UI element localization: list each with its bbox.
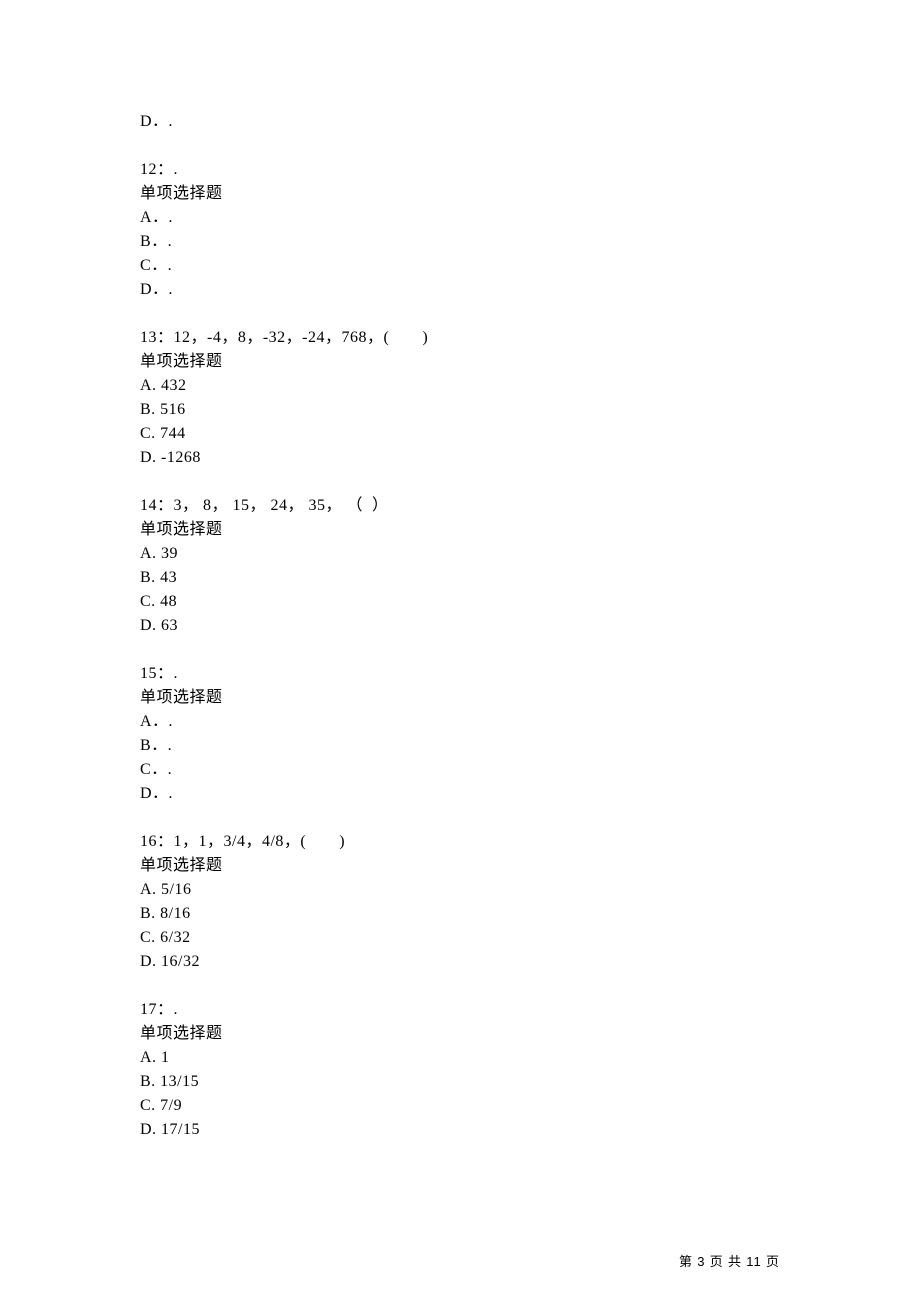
- question-13: 13：12，-4，8，-32，-24，768，( ) 单项选择题 A. 432 …: [140, 326, 920, 470]
- option-c: C．.: [140, 254, 920, 278]
- question-14: 14：3， 8， 15， 24， 35， （ ） 单项选择题 A. 39 B. …: [140, 494, 920, 638]
- option-b: B. 13/15: [140, 1070, 920, 1094]
- option-b: B. 516: [140, 398, 920, 422]
- question-type: 单项选择题: [140, 686, 920, 710]
- question-15: 15：. 单项选择题 A．. B．. C．. D．.: [140, 662, 920, 806]
- option-a: A. 5/16: [140, 878, 920, 902]
- question-type: 单项选择题: [140, 1022, 920, 1046]
- question-header: 16：1，1，3/4，4/8，( ): [140, 830, 920, 854]
- question-header: 15：.: [140, 662, 920, 686]
- footer-prefix: 第: [679, 1254, 697, 1269]
- option-d: D. 63: [140, 614, 920, 638]
- option-a: A．.: [140, 710, 920, 734]
- question-12: 12：. 单项选择题 A．. B．. C．. D．.: [140, 158, 920, 302]
- question-header: 12：.: [140, 158, 920, 182]
- option-d: D．.: [140, 278, 920, 302]
- option-a: A. 39: [140, 542, 920, 566]
- option-c: C．.: [140, 758, 920, 782]
- option-c: C. 48: [140, 590, 920, 614]
- option-a: A．.: [140, 206, 920, 230]
- question-header: 17：.: [140, 998, 920, 1022]
- question-type: 单项选择题: [140, 518, 920, 542]
- orphan-option-block: D．.: [140, 110, 920, 134]
- option-d: D. 17/15: [140, 1118, 920, 1142]
- page-content: D．. 12：. 单项选择题 A．. B．. C．. D．. 13：12，-4，…: [0, 0, 920, 1142]
- option-b: B．.: [140, 734, 920, 758]
- question-17: 17：. 单项选择题 A. 1 B. 13/15 C. 7/9 D. 17/15: [140, 998, 920, 1142]
- option-d: D. 16/32: [140, 950, 920, 974]
- page-total: 11: [746, 1254, 762, 1269]
- option-d: D．.: [140, 110, 920, 134]
- option-d: D．.: [140, 782, 920, 806]
- option-c: C. 6/32: [140, 926, 920, 950]
- option-a: A. 432: [140, 374, 920, 398]
- question-header: 13：12，-4，8，-32，-24，768，( ): [140, 326, 920, 350]
- option-b: B. 8/16: [140, 902, 920, 926]
- option-b: B．.: [140, 230, 920, 254]
- question-type: 单项选择题: [140, 350, 920, 374]
- question-type: 单项选择题: [140, 182, 920, 206]
- option-c: C. 744: [140, 422, 920, 446]
- question-16: 16：1，1，3/4，4/8，( ) 单项选择题 A. 5/16 B. 8/16…: [140, 830, 920, 974]
- footer-mid: 页 共: [705, 1254, 746, 1269]
- footer-suffix: 页: [762, 1254, 780, 1269]
- question-type: 单项选择题: [140, 854, 920, 878]
- option-a: A. 1: [140, 1046, 920, 1070]
- page-footer: 第 3 页 共 11 页: [679, 1251, 780, 1270]
- question-header: 14：3， 8， 15， 24， 35， （ ）: [140, 494, 920, 518]
- option-d: D. -1268: [140, 446, 920, 470]
- option-c: C. 7/9: [140, 1094, 920, 1118]
- option-b: B. 43: [140, 566, 920, 590]
